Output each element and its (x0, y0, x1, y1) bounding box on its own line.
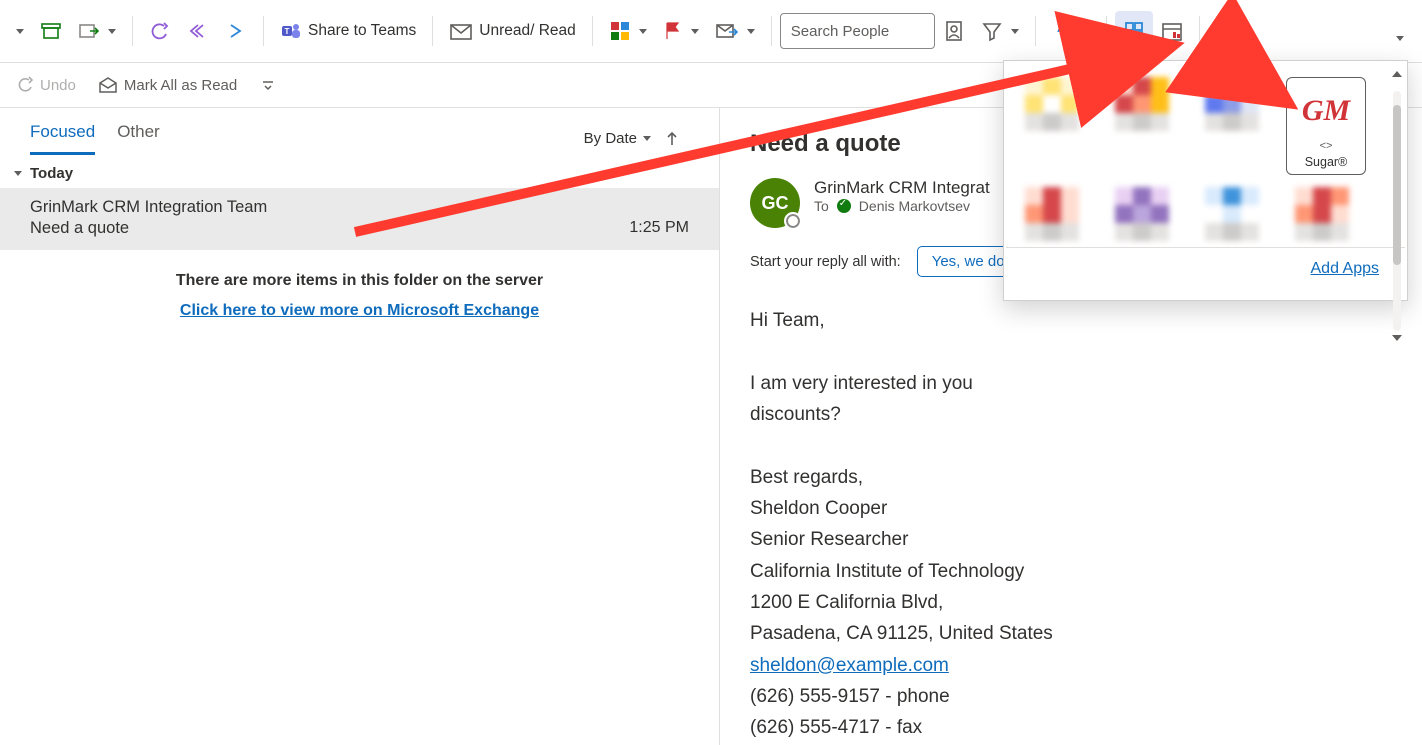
message-list-pane: Focused Other By Date Today GrinMark CRM… (0, 108, 720, 745)
more-commands-button[interactable]: ••• (1208, 11, 1258, 51)
envelope-icon (449, 20, 473, 42)
message-from: GrinMark CRM Integration Team (30, 198, 689, 217)
archive-button[interactable] (32, 11, 70, 51)
app-tile[interactable] (1016, 77, 1088, 175)
translate-icon: A字 (1052, 20, 1074, 42)
gm-app-icon: GM (1299, 84, 1353, 138)
avatar: GC (750, 178, 800, 228)
app-tile-sugar[interactable]: GM <> Sugar® (1286, 77, 1366, 175)
view-more-link[interactable]: Click here to view more on Microsoft Exc… (180, 302, 539, 320)
app-tile[interactable] (1106, 77, 1178, 175)
app-tile[interactable] (1196, 187, 1268, 241)
address-book-button[interactable] (935, 11, 973, 51)
more-items-text: There are more items in this folder on t… (0, 272, 719, 290)
address-book-icon (943, 20, 965, 42)
search-people-input[interactable]: Search People (780, 13, 935, 49)
filter-icon (981, 20, 1003, 42)
app-tile[interactable] (1016, 187, 1088, 241)
app-sub: <> (1320, 140, 1333, 152)
app-tile[interactable] (1196, 77, 1268, 175)
translate-button[interactable]: A字 (1044, 11, 1098, 51)
email-to-name: Denis Markovtsev (859, 198, 970, 214)
ribbon-dropdown-1[interactable] (6, 11, 32, 51)
unread-read-button[interactable]: Unread/ Read (441, 11, 584, 51)
sub-more-button[interactable] (253, 74, 281, 96)
apps-grid: GM <> Sugar® (1006, 71, 1405, 247)
forward-icon (225, 20, 247, 42)
ribbon-expand-button[interactable] (1386, 18, 1412, 58)
search-placeholder: Search People (791, 23, 889, 40)
message-time: 1:25 PM (629, 219, 689, 238)
calendar-insights-icon (1161, 20, 1183, 42)
all-apps-button[interactable] (1115, 11, 1153, 51)
archive-icon (40, 20, 62, 42)
rules-icon (715, 20, 739, 42)
email-body: Hi Team, I am very interested in you dis… (750, 305, 1422, 744)
insights-button[interactable] (1153, 11, 1191, 51)
sort-by-button[interactable]: By Date (584, 122, 719, 155)
categorize-button[interactable] (601, 11, 655, 51)
ribbon: T Share to Teams Unread/ Read Search Peo… (0, 0, 1422, 63)
email-to-line: To Denis Markovtsev (814, 198, 990, 214)
reply-all-icon (187, 20, 209, 42)
svg-text:字: 字 (1064, 28, 1074, 42)
filter-button[interactable] (973, 11, 1027, 51)
share-teams-button[interactable]: T Share to Teams (272, 11, 424, 51)
forward-button[interactable] (217, 11, 255, 51)
email-from: GrinMark CRM Integrat (814, 178, 990, 198)
tab-focused[interactable]: Focused (30, 122, 95, 155)
rules-button[interactable] (707, 11, 763, 51)
flag-button[interactable] (655, 11, 707, 51)
email-link[interactable]: sheldon@example.com (750, 655, 949, 676)
reply-all-button[interactable] (179, 11, 217, 51)
share-teams-label: Share to Teams (308, 22, 416, 40)
message-item[interactable]: GrinMark CRM Integration Team Need a quo… (0, 188, 719, 250)
message-subject: Need a quote (30, 219, 129, 238)
popover-footer: Add Apps (1006, 247, 1405, 290)
folder-tabs: Focused Other By Date (0, 108, 719, 155)
unread-read-label: Unread/ Read (479, 22, 576, 40)
verified-icon (837, 199, 851, 213)
undo-button[interactable] (141, 11, 179, 51)
apps-grid-icon (1123, 20, 1145, 42)
move-icon (78, 20, 100, 42)
popover-scrollbar[interactable] (1389, 71, 1405, 341)
app-tile[interactable] (1106, 187, 1178, 241)
undo-sub-button[interactable]: Undo (10, 72, 82, 98)
teams-icon: T (280, 20, 302, 42)
flag-icon (663, 20, 683, 42)
categories-icon (609, 20, 631, 42)
mark-all-label: Mark All as Read (124, 77, 237, 94)
tab-other[interactable]: Other (117, 122, 160, 155)
move-button[interactable] (70, 11, 124, 51)
more-items-notice: There are more items in this folder on t… (0, 272, 719, 320)
apps-popover: GM <> Sugar® Add Apps (1003, 60, 1408, 301)
undo-icon (149, 20, 171, 42)
svg-text:T: T (285, 27, 290, 36)
undo-icon (16, 76, 34, 94)
sort-arrow-icon (665, 131, 679, 147)
undo-label: Undo (40, 77, 76, 94)
mark-all-read-button[interactable]: Mark All as Read (92, 72, 243, 98)
app-label: Sugar® (1305, 156, 1348, 170)
envelope-open-icon (98, 76, 118, 94)
group-header-today[interactable]: Today (0, 155, 719, 188)
add-apps-link[interactable]: Add Apps (1311, 260, 1380, 277)
reply-label: Start your reply all with: (750, 254, 901, 270)
ellipsis-icon: ••• (1218, 20, 1248, 43)
app-tile[interactable] (1286, 187, 1358, 241)
